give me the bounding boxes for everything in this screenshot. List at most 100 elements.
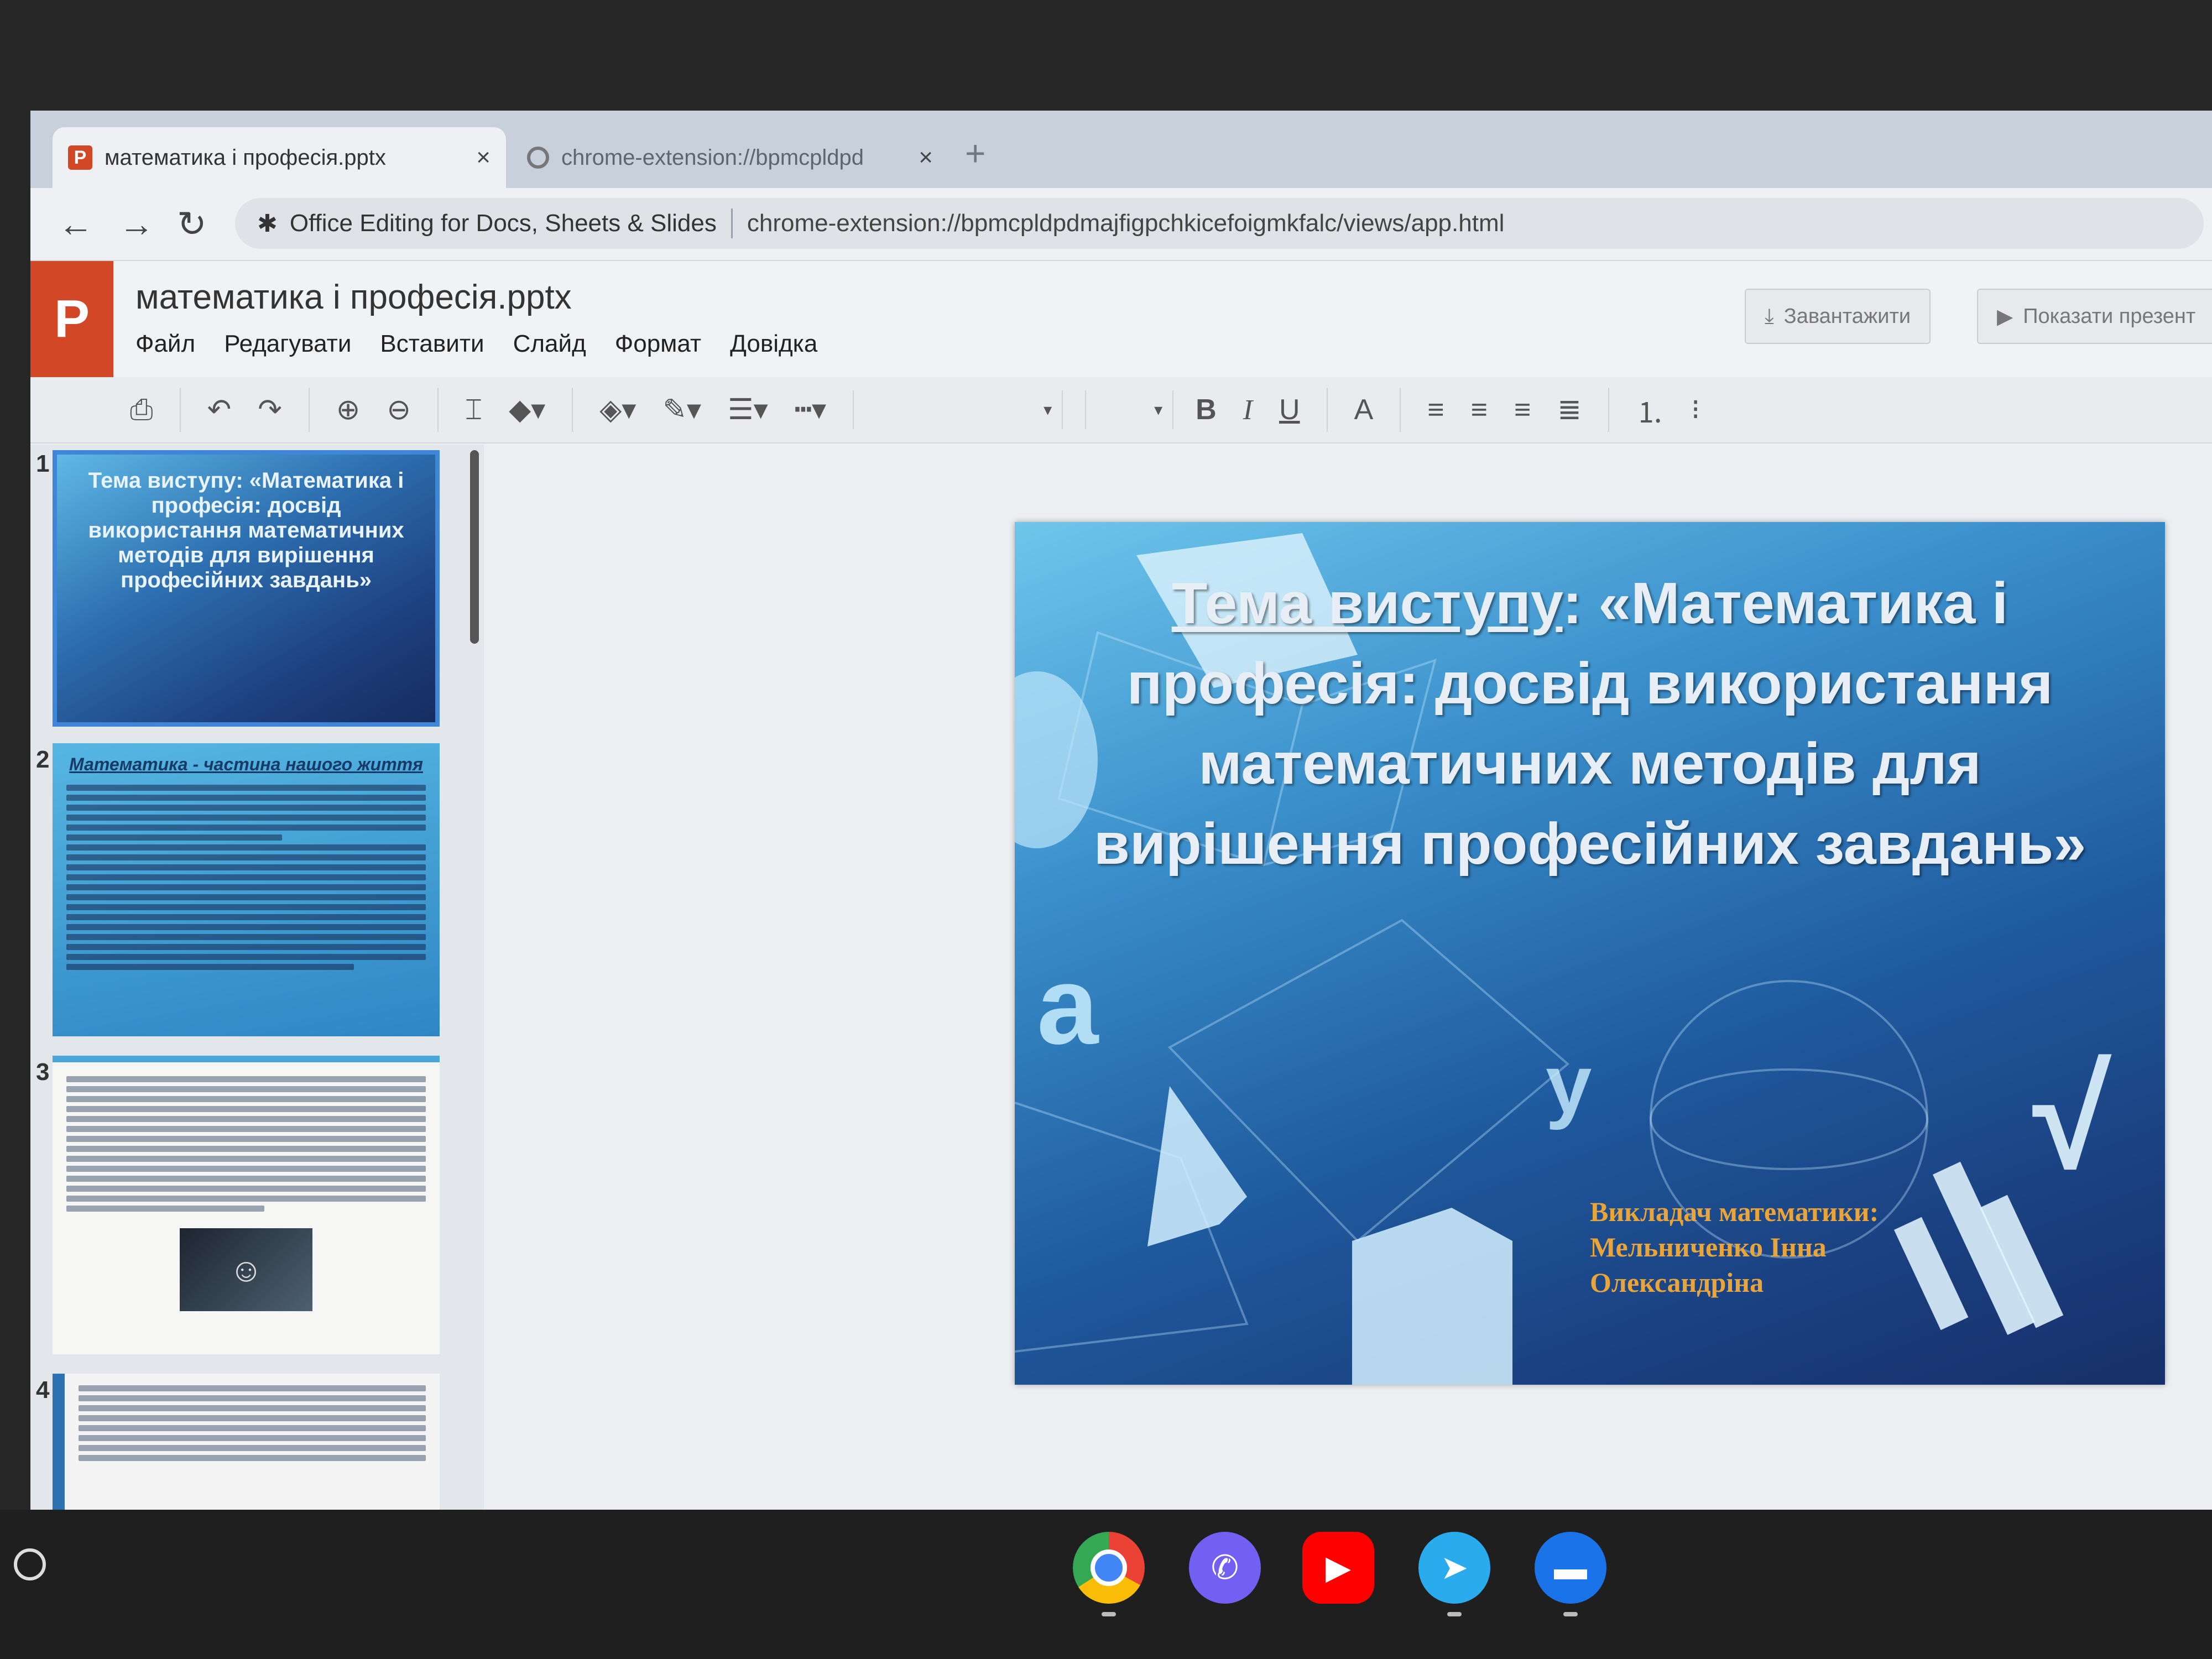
- thumbnail-body: [79, 1385, 426, 1461]
- menu-format[interactable]: Формат: [615, 330, 701, 358]
- app-header: P математика і професія.pptx Файл Редагу…: [30, 261, 2212, 377]
- zoom-in-icon[interactable]: ⊕: [336, 393, 361, 426]
- person-photo-image: ☺: [180, 1228, 312, 1311]
- presenter-role: Викладач математики:: [1590, 1196, 1879, 1227]
- current-slide[interactable]: a y √ Тема виступу: «Математика і профес…: [1015, 522, 2165, 1385]
- play-icon: ▶: [1997, 305, 2013, 328]
- line-color-icon[interactable]: ✎▾: [662, 393, 701, 426]
- divider: [308, 388, 310, 432]
- tab-title: chrome-extension://bpmcpldpd: [561, 145, 864, 170]
- slide-title[interactable]: Тема виступу: «Математика і професія: до…: [1070, 564, 2110, 884]
- divider: [437, 388, 439, 432]
- slide-thumbnail-3[interactable]: ☺: [53, 1056, 440, 1354]
- shape-icon[interactable]: ◆▾: [509, 393, 545, 426]
- font-size-select[interactable]: ▾: [1085, 390, 1174, 429]
- menu-edit[interactable]: Редагувати: [224, 330, 351, 358]
- zoom-out-icon[interactable]: ⊖: [387, 393, 411, 426]
- tab-pptx[interactable]: P математика і професія.pptx ×: [53, 127, 506, 188]
- os-shelf: ✆ ▶ ➤ ▬: [0, 1510, 2212, 1659]
- slide-number: 2: [36, 746, 50, 773]
- slide-thumbnail-2[interactable]: Математика - частина нашого життя: [53, 743, 440, 1036]
- download-label: Завантажити: [1783, 304, 1911, 328]
- divider: [1326, 388, 1328, 432]
- extension-name: Office Editing for Docs, Sheets & Slides: [289, 210, 717, 237]
- navigation-bar: ← → ↻ ✱ Office Editing for Docs, Sheets …: [30, 188, 2212, 261]
- bold-button[interactable]: B: [1196, 393, 1217, 426]
- menu-help[interactable]: Довідка: [730, 330, 817, 358]
- files-icon[interactable]: ▬: [1535, 1532, 1606, 1604]
- thumbnail-title: Математика - частина нашого життя: [69, 754, 423, 774]
- tab-extension[interactable]: chrome-extension://bpmcpldpd ×: [512, 127, 948, 188]
- close-tab-icon[interactable]: ×: [919, 144, 933, 171]
- tab-title: математика і професія.pptx: [105, 145, 386, 170]
- slide-thumbnail-1[interactable]: Тема виступу: «Математика і професія: до…: [53, 450, 440, 727]
- forward-button[interactable]: →: [119, 204, 154, 244]
- align-left-icon[interactable]: ≡: [1427, 393, 1444, 426]
- download-button[interactable]: ⤓ Завантажити: [1745, 289, 1931, 344]
- align-justify-icon[interactable]: ≣: [1557, 393, 1582, 426]
- divider: [1400, 388, 1401, 432]
- menu-insert[interactable]: Вставити: [380, 330, 484, 358]
- menu-bar: Файл Редагувати Вставити Слайд Формат До…: [135, 330, 817, 358]
- running-indicator: [1447, 1612, 1462, 1616]
- text-box-icon[interactable]: ⌶: [465, 393, 482, 427]
- address-bar[interactable]: ✱ Office Editing for Docs, Sheets & Slid…: [235, 198, 2204, 249]
- math-symbol-root: √: [2032, 1039, 2111, 1199]
- app-logo: P: [30, 261, 113, 377]
- divider: [731, 208, 733, 238]
- math-symbol-a: a: [1037, 944, 1099, 1067]
- back-button[interactable]: ←: [58, 204, 93, 244]
- bulleted-list-icon[interactable]: ⁝: [1691, 393, 1700, 426]
- presenter-name: Мельниченко Інна: [1590, 1232, 1827, 1262]
- numbered-list-icon[interactable]: ⒈: [1636, 389, 1665, 431]
- font-color-button[interactable]: A: [1354, 393, 1374, 426]
- slide-number: 3: [36, 1058, 50, 1086]
- telegram-icon[interactable]: ➤: [1418, 1532, 1490, 1604]
- menu-slide[interactable]: Слайд: [513, 330, 586, 358]
- cube-shape: [1352, 1208, 1512, 1385]
- reload-button[interactable]: ↻: [177, 204, 207, 245]
- slide-thumbnail-4[interactable]: [53, 1374, 440, 1510]
- thumbnail-title: Тема виступу: «Математика і професія: до…: [88, 468, 404, 592]
- close-tab-icon[interactable]: ×: [476, 144, 491, 171]
- puzzle-icon: ✱: [257, 210, 278, 237]
- print-icon[interactable]: ⎙: [130, 393, 153, 427]
- download-icon: ⤓: [1765, 304, 1774, 328]
- slide-number: 1: [36, 450, 50, 477]
- redo-icon[interactable]: ↷: [258, 393, 282, 426]
- presenter-info[interactable]: Викладач математики: Мельниченко Інна Ол…: [1590, 1194, 1977, 1300]
- italic-button[interactable]: I: [1243, 394, 1253, 426]
- undo-icon[interactable]: ↶: [207, 393, 232, 426]
- divider: [1608, 388, 1609, 432]
- chrome-icon[interactable]: [1073, 1532, 1145, 1604]
- extension-icon: [527, 147, 549, 169]
- menu-file[interactable]: Файл: [135, 330, 195, 358]
- math-symbol-y: y: [1546, 1037, 1592, 1130]
- powerpoint-icon: P: [68, 145, 92, 170]
- slide-canvas: a y √ Тема виступу: «Математика і профес…: [484, 445, 2212, 1510]
- launcher-icon[interactable]: [14, 1548, 46, 1580]
- line-dash-icon[interactable]: ┅▾: [795, 393, 826, 426]
- underline-button[interactable]: U: [1279, 393, 1300, 426]
- slide-panel: 1 Тема виступу: «Математика і професія: …: [30, 445, 484, 1510]
- toolbar: ⎙ ↶ ↷ ⊕ ⊖ ⌶ ◆▾ ◈▾ ✎▾ ☰▾ ┅▾ ▾ ▾ B I U A ≡…: [30, 377, 2212, 444]
- presenter-patronymic: Олександріна: [1590, 1267, 1764, 1298]
- document-title[interactable]: математика і професія.pptx: [135, 278, 572, 317]
- line-weight-icon[interactable]: ☰▾: [728, 393, 768, 426]
- viber-icon[interactable]: ✆: [1189, 1532, 1261, 1604]
- divider: [572, 388, 573, 432]
- align-right-icon[interactable]: ≡: [1514, 393, 1531, 426]
- fill-color-icon[interactable]: ◈▾: [599, 393, 636, 426]
- align-center-icon[interactable]: ≡: [1471, 393, 1488, 426]
- youtube-icon[interactable]: ▶: [1302, 1532, 1374, 1604]
- title-prefix: Тема виступу: [1171, 571, 1563, 636]
- tab-strip: P математика і професія.pptx × chrome-ex…: [30, 111, 2212, 188]
- font-family-select[interactable]: ▾: [853, 390, 1063, 429]
- slide-number: 4: [36, 1376, 50, 1404]
- present-button[interactable]: ▶ Показати презент: [1977, 289, 2212, 344]
- url-text[interactable]: chrome-extension://bpmcpldpdmajfigpchkic…: [747, 210, 1505, 237]
- present-label: Показати презент: [2023, 304, 2196, 328]
- panel-scrollbar[interactable]: [470, 450, 479, 644]
- screen: P математика і професія.pptx × chrome-ex…: [30, 111, 2212, 1510]
- new-tab-button[interactable]: +: [965, 133, 985, 174]
